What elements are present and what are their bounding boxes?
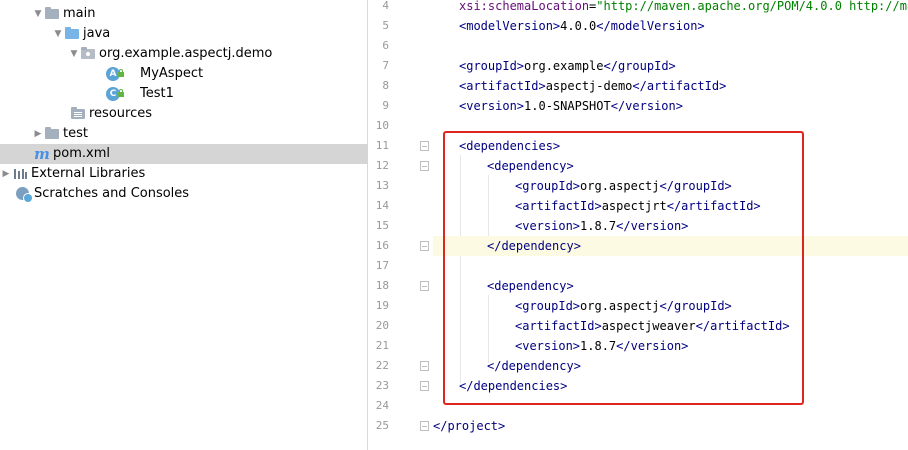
code-line[interactable]: <version>1.0-SNAPSHOT</version> xyxy=(433,96,908,116)
libraries-icon xyxy=(12,166,28,182)
code-line[interactable]: </project> xyxy=(433,416,908,436)
code-line[interactable]: <modelVersion>4.0.0</modelVersion> xyxy=(433,16,908,36)
xml-close-tag: </project> xyxy=(433,419,506,433)
fold-toggle-icon[interactable] xyxy=(420,161,429,171)
tree-item-external-libraries[interactable]: ▶ External Libraries xyxy=(0,164,368,184)
class-icon: C xyxy=(106,86,126,102)
line-number: 19 xyxy=(375,299,389,312)
tree-item-scratches[interactable]: Scratches and Consoles xyxy=(0,184,368,204)
folder-icon xyxy=(44,6,60,22)
fold-toggle-icon[interactable] xyxy=(420,141,429,151)
fold-toggle-icon[interactable] xyxy=(420,241,429,251)
xml-close-tag: </groupId> xyxy=(603,59,676,73)
line-number: 24 xyxy=(375,399,389,412)
expand-arrow-icon[interactable]: ▼ xyxy=(32,4,44,24)
xml-text: 1.0-SNAPSHOT xyxy=(524,99,611,113)
line-number: 6 xyxy=(382,39,389,52)
line-number: 4 xyxy=(382,0,389,12)
tree-item-label: External Libraries xyxy=(31,166,146,181)
code-line[interactable]: <artifactId>aspectj-demo</artifactId> xyxy=(433,76,908,96)
maven-icon: m xyxy=(34,145,50,163)
expand-arrow-icon[interactable]: ▼ xyxy=(68,44,80,64)
xml-attribute-value: "http://maven.apache.org/POM/4.0.0 http:… xyxy=(596,0,908,13)
project-tool-window: ▼ main ▼ java ▼ org.example.aspectj.demo… xyxy=(0,0,368,450)
tree-item-main[interactable]: ▼ main xyxy=(0,4,368,24)
resources-folder-icon xyxy=(70,106,86,122)
expand-arrow-icon[interactable]: ▶ xyxy=(32,124,44,144)
line-number: 10 xyxy=(375,119,389,132)
line-number: 17 xyxy=(375,259,389,272)
highlight-annotation-box xyxy=(443,131,804,405)
aspect-icon: A xyxy=(106,66,126,82)
xml-open-tag: <artifactId> xyxy=(459,79,546,93)
xml-attribute-name: xsi:schemaLocation xyxy=(459,0,590,13)
tree-item-myaspect[interactable]: A MyAspect xyxy=(0,64,368,84)
line-number: 14 xyxy=(375,199,389,212)
tree-item-pom-xml[interactable]: m pom.xml xyxy=(0,144,368,164)
xml-open-tag: <groupId> xyxy=(459,59,525,73)
line-number: 21 xyxy=(375,339,389,352)
line-number: 25 xyxy=(375,419,389,432)
code-line[interactable]: xsi:schemaLocation="http://maven.apache.… xyxy=(433,0,908,16)
scratches-icon xyxy=(15,186,33,203)
folder-icon xyxy=(44,126,60,142)
line-number: 5 xyxy=(382,19,389,32)
tree-item-package[interactable]: ▼ org.example.aspectj.demo xyxy=(0,44,368,64)
tree-item-label: pom.xml xyxy=(53,146,110,161)
fold-toggle-icon[interactable] xyxy=(420,361,429,371)
source-folder-icon xyxy=(64,26,80,42)
tree-item-label: MyAspect xyxy=(140,66,204,81)
tree-item-label: java xyxy=(83,26,111,41)
line-number: 8 xyxy=(382,79,389,92)
tree-item-label: resources xyxy=(89,106,153,121)
xml-text: 4.0.0 xyxy=(560,19,597,33)
fold-toggle-icon[interactable] xyxy=(420,281,429,291)
tree-item-label: org.example.aspectj.demo xyxy=(99,46,273,61)
code-line[interactable]: <groupId>org.example</groupId> xyxy=(433,56,908,76)
tree-item-test1[interactable]: C Test1 xyxy=(0,84,368,104)
line-number: 7 xyxy=(382,59,389,72)
xml-open-tag: <version> xyxy=(459,99,525,113)
xml-text: aspectj-demo xyxy=(545,79,633,93)
tree-item-test[interactable]: ▶ test xyxy=(0,124,368,144)
xml-close-tag: </artifactId> xyxy=(632,79,727,93)
line-number: 20 xyxy=(375,319,389,332)
tree-item-java[interactable]: ▼ java xyxy=(0,24,368,44)
line-number: 15 xyxy=(375,219,389,232)
tree-item-resources[interactable]: resources xyxy=(0,104,368,124)
line-number: 13 xyxy=(375,179,389,192)
line-number: 11 xyxy=(375,139,389,152)
tree-item-label: test xyxy=(63,126,88,141)
line-number: 23 xyxy=(375,379,389,392)
xml-close-tag: </version> xyxy=(610,99,683,113)
tree-item-label: main xyxy=(63,6,96,21)
editor-gutter[interactable]: 4 5 6 7 8 9 10 11 12 13 14 15 16 17 18 1… xyxy=(369,0,433,450)
line-number: 18 xyxy=(375,279,389,292)
line-number: 16 xyxy=(375,239,389,252)
expand-arrow-icon[interactable]: ▶ xyxy=(0,164,12,184)
line-number: 12 xyxy=(375,159,389,172)
xml-text: org.example xyxy=(524,59,604,73)
fold-toggle-icon[interactable] xyxy=(420,421,429,431)
xml-open-tag: <modelVersion> xyxy=(459,19,561,33)
expand-arrow-icon[interactable]: ▼ xyxy=(52,24,64,44)
line-number: 22 xyxy=(375,359,389,372)
tree-item-label: Test1 xyxy=(140,86,174,101)
package-icon xyxy=(80,46,96,62)
fold-toggle-icon[interactable] xyxy=(420,381,429,391)
xml-close-tag: </modelVersion> xyxy=(596,19,705,33)
tree-item-label: Scratches and Consoles xyxy=(34,186,190,201)
line-number: 9 xyxy=(382,99,389,112)
